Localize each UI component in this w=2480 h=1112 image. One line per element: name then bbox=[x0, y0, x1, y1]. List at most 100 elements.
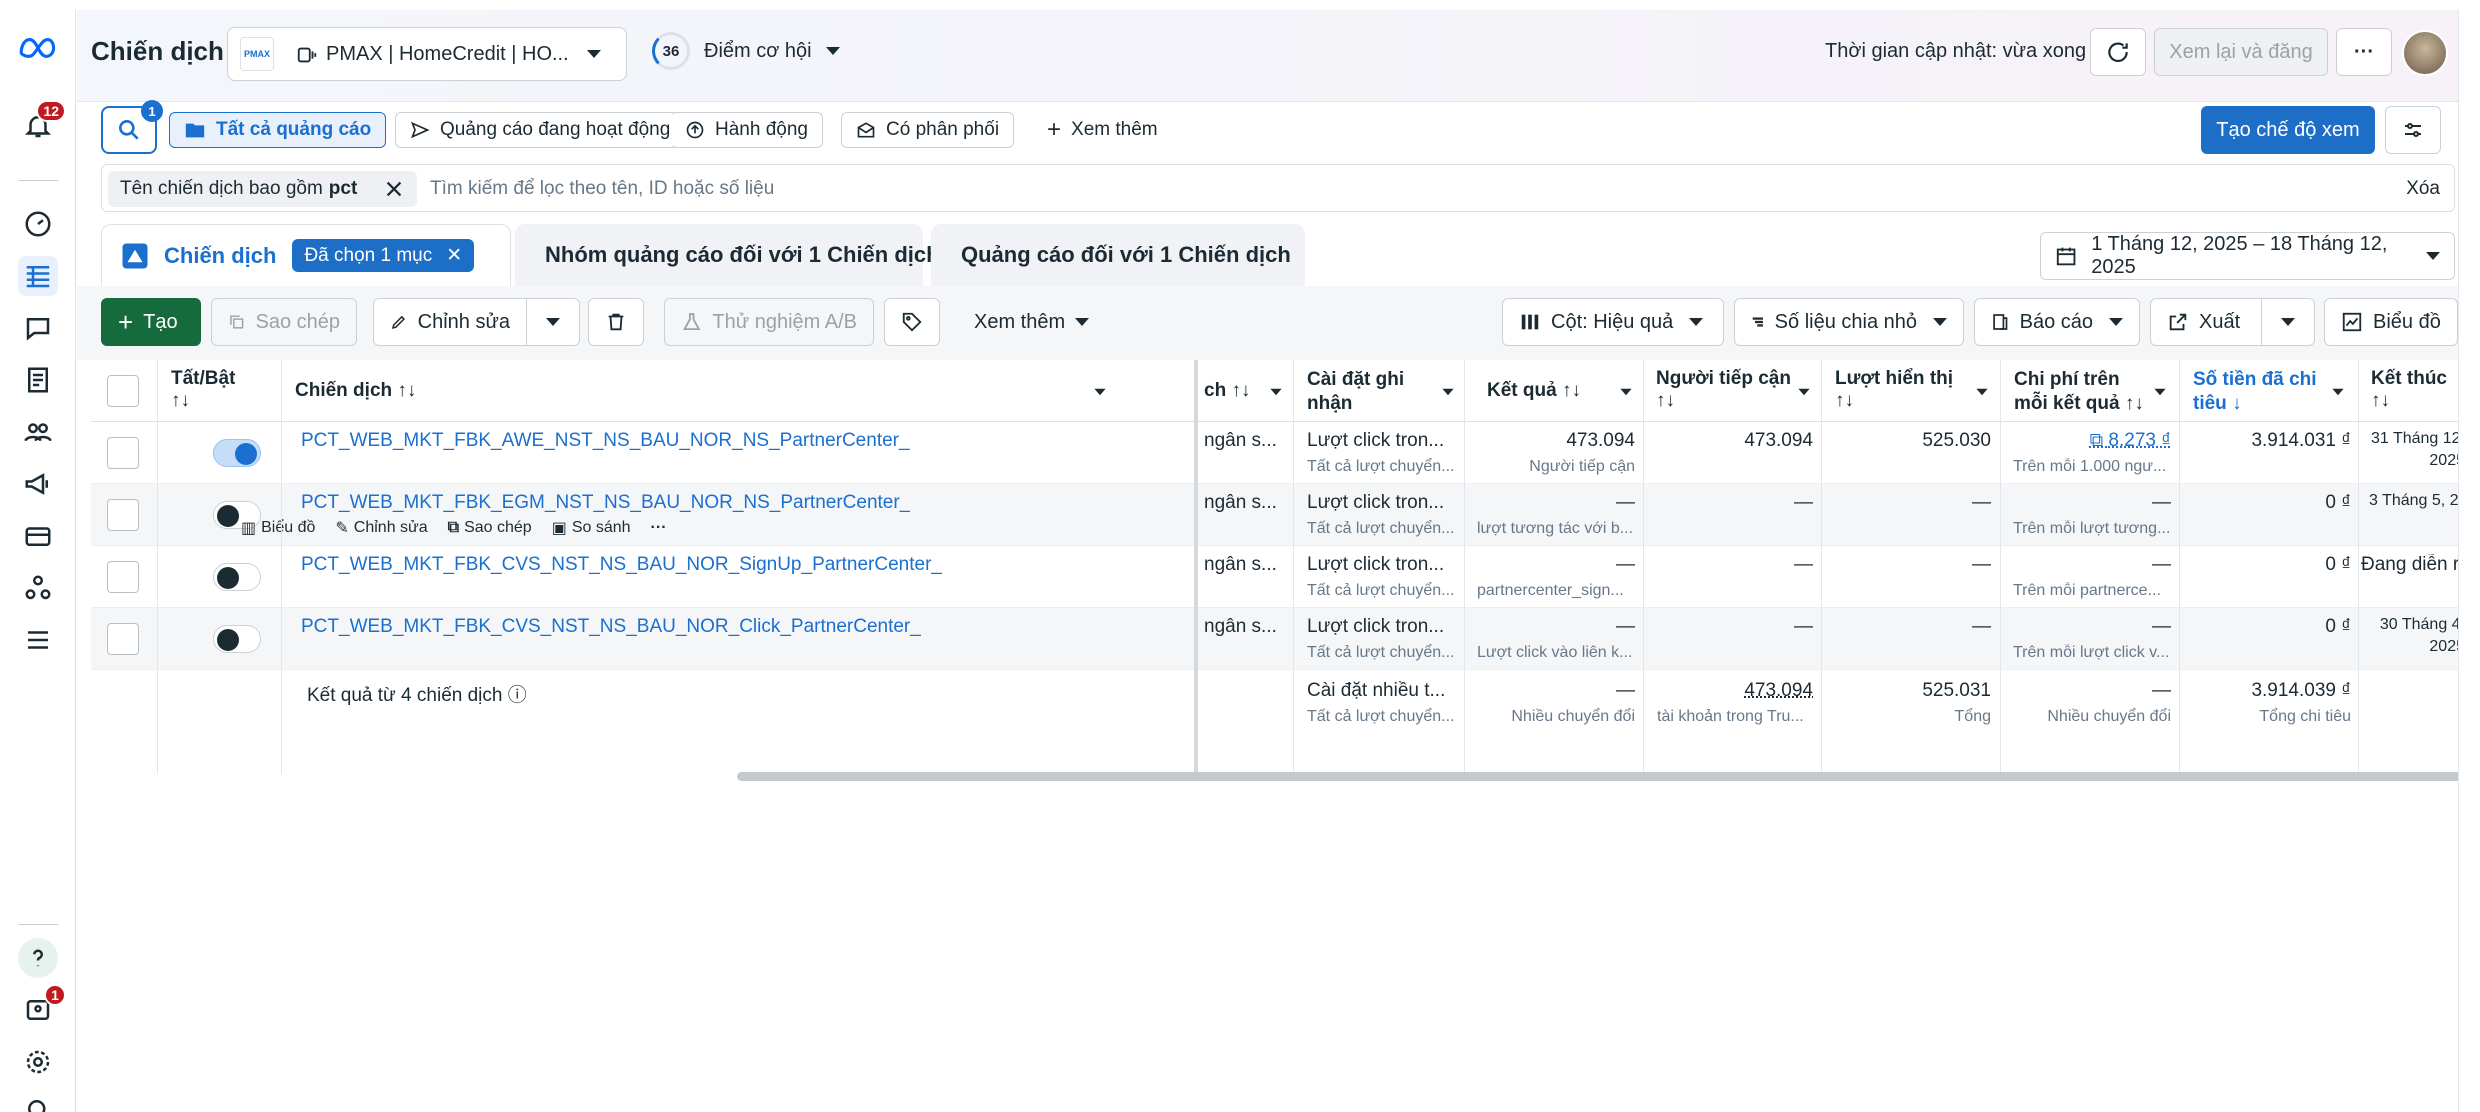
frozen-column-edge[interactable] bbox=[1194, 360, 1198, 776]
meta-logo-icon[interactable] bbox=[18, 28, 58, 68]
horizontal-scrollbar[interactable] bbox=[737, 772, 2480, 781]
campaign-name-link[interactable]: PCT_WEB_MKT_FBK_CVS_NST_NS_BAU_NOR_Click… bbox=[301, 616, 921, 638]
chip-all-ads[interactable]: Tất cả quảng cáo bbox=[169, 112, 387, 148]
duplicate-label: Sao chép bbox=[255, 310, 340, 333]
chart-button[interactable]: Biểu đồ bbox=[2324, 298, 2458, 346]
chevron-down-icon bbox=[2426, 252, 2440, 260]
all-tools-menu-icon[interactable] bbox=[18, 620, 58, 660]
breakdown-button[interactable]: Số liệu chia nhỏ bbox=[1734, 298, 1964, 346]
ab-test-button[interactable]: Thử nghiệm A/B bbox=[664, 298, 874, 346]
chip-actions[interactable]: Hành động bbox=[671, 112, 823, 148]
tag-button[interactable] bbox=[884, 298, 940, 346]
messages-icon[interactable] bbox=[18, 308, 58, 348]
chevron-down-icon[interactable] bbox=[1798, 388, 1810, 396]
header-attribution[interactable]: Cài đặt ghi nhận bbox=[1307, 368, 1427, 416]
campaign-toggle[interactable] bbox=[213, 625, 261, 653]
search-input[interactable]: Tìm kiếm để lọc theo tên, ID hoặc số liệ… bbox=[430, 178, 774, 200]
reports-button[interactable]: Báo cáo bbox=[1974, 298, 2140, 346]
megaphone-icon[interactable] bbox=[18, 464, 58, 504]
business-apps-icon[interactable] bbox=[18, 568, 58, 608]
chevron-down-icon[interactable] bbox=[1094, 388, 1106, 396]
header-reach[interactable]: Người tiếp cận ↑↓ bbox=[1656, 368, 1791, 412]
row-more-icon[interactable]: ··· bbox=[651, 518, 667, 538]
create-button[interactable]: + Tạo bbox=[101, 298, 201, 346]
chip-delivered[interactable]: Có phân phối bbox=[841, 112, 1015, 148]
header-results[interactable]: Kết quả ↑↓ bbox=[1487, 380, 1581, 402]
search-bar[interactable]: Tên chiến dịch bao gồm pct Tìm kiếm để l… bbox=[101, 164, 2455, 212]
header-amount-spent[interactable]: Số tiền đã chi tiêu ↓ bbox=[2193, 368, 2317, 416]
header-toggle[interactable]: Tất/Bật ↑↓ bbox=[171, 368, 235, 412]
header-bid-strategy[interactable]: ch ↑↓ bbox=[1204, 380, 1250, 402]
search-rail-icon[interactable] bbox=[18, 1090, 58, 1112]
cost-per-result-cell[interactable]: ⧉ 8.273 ₫ bbox=[2003, 430, 2171, 452]
help-icon[interactable] bbox=[18, 938, 58, 978]
chevron-down-icon[interactable] bbox=[1442, 388, 1454, 396]
tab-ads[interactable]: Quảng cáo đối với 1 Chiến dịch bbox=[931, 224, 1305, 286]
review-publish-button[interactable]: Xem lại và đăng bbox=[2154, 28, 2328, 76]
vertical-scrollbar[interactable] bbox=[2458, 10, 2480, 1112]
see-more-filters[interactable]: + Xem thêm bbox=[1033, 112, 1172, 148]
campaigns-table-icon[interactable] bbox=[18, 256, 58, 296]
table-row[interactable]: PCT_WEB_MKT_FBK_EGM_NST_NS_BAU_NOR_NS_Pa… bbox=[91, 484, 2480, 546]
chevron-down-icon[interactable] bbox=[2154, 388, 2166, 396]
header-ends[interactable]: Kết thúc ↑↓ bbox=[2371, 368, 2447, 412]
row-action-chart[interactable]: ▥ Biểu đồ bbox=[241, 518, 315, 538]
table-row[interactable]: PCT_WEB_MKT_FBK_AWE_NST_NS_BAU_NOR_NS_Pa… bbox=[91, 422, 2480, 484]
row-checkbox[interactable] bbox=[107, 499, 139, 531]
campaign-toggle[interactable] bbox=[213, 439, 261, 467]
selected-count-pill[interactable]: Đã chọn 1 mục ✕ bbox=[292, 239, 475, 272]
billing-card-icon[interactable] bbox=[18, 516, 58, 556]
more-options-button[interactable]: ··· bbox=[2336, 28, 2392, 76]
header-cost-per-result[interactable]: Chi phí trên mỗi kết quả ↑↓ bbox=[2014, 368, 2154, 416]
columns-button[interactable]: Cột: Hiệu quả bbox=[1502, 298, 1724, 346]
table-row[interactable]: PCT_WEB_MKT_FBK_CVS_NST_NS_BAU_NOR_Click… bbox=[91, 608, 2480, 670]
campaign-name-link[interactable]: PCT_WEB_MKT_FBK_AWE_NST_NS_BAU_NOR_NS_Pa… bbox=[301, 430, 910, 452]
row-checkbox[interactable] bbox=[107, 437, 139, 469]
audiences-icon[interactable] bbox=[18, 412, 58, 452]
edit-dropdown-button[interactable] bbox=[526, 298, 580, 346]
clear-filters-link[interactable]: Xóa bbox=[2406, 178, 2440, 200]
export-dropdown-button[interactable] bbox=[2261, 298, 2315, 346]
active-filter-chip[interactable]: Tên chiến dịch bao gồm pct bbox=[108, 171, 418, 207]
table-row[interactable]: PCT_WEB_MKT_FBK_CVS_NST_NS_BAU_NOR_SignU… bbox=[91, 546, 2480, 608]
row-checkbox[interactable] bbox=[107, 561, 139, 593]
account-selector[interactable]: PMAX PMAX | HomeCredit | HO... bbox=[227, 27, 627, 81]
export-button[interactable]: Xuất bbox=[2150, 298, 2262, 346]
toolbar-see-more[interactable]: Xem thêm bbox=[958, 298, 1108, 346]
header-impressions[interactable]: Lượt hiển thị ↑↓ bbox=[1835, 368, 1953, 412]
opportunity-score[interactable]: 36 Điểm cơ hội bbox=[652, 32, 840, 70]
row-action-compare[interactable]: ▣ So sánh bbox=[552, 518, 631, 538]
delete-button[interactable] bbox=[588, 298, 644, 346]
info-icon[interactable]: ⓘ bbox=[508, 685, 527, 706]
select-all-checkbox[interactable] bbox=[107, 375, 139, 407]
chevron-down-icon[interactable] bbox=[1620, 388, 1632, 396]
settings-gear-icon[interactable] bbox=[18, 1042, 58, 1082]
search-filter-button[interactable]: 1 bbox=[101, 100, 163, 154]
row-checkbox[interactable] bbox=[107, 623, 139, 655]
header-campaign[interactable]: Chiến dịch ↑↓ bbox=[295, 380, 416, 402]
edit-button[interactable]: Chỉnh sửa bbox=[373, 298, 527, 346]
inbox-icon[interactable]: 1 bbox=[18, 984, 66, 1030]
refresh-button[interactable] bbox=[2090, 28, 2146, 76]
row-action-edit[interactable]: ✎ Chỉnh sửa bbox=[335, 518, 427, 538]
chevron-down-icon[interactable] bbox=[1270, 388, 1282, 396]
customize-sliders-button[interactable] bbox=[2385, 106, 2441, 154]
tab-adsets[interactable]: Nhóm quảng cáo đối với 1 Chiến dịch bbox=[515, 224, 940, 286]
dashboard-gauge-icon[interactable] bbox=[18, 204, 58, 244]
campaign-toggle[interactable] bbox=[213, 563, 261, 591]
chevron-down-icon[interactable] bbox=[2332, 388, 2344, 396]
chip-active-ads[interactable]: Quảng cáo đang hoạt động bbox=[395, 112, 685, 148]
close-icon[interactable] bbox=[383, 178, 405, 200]
campaign-name-link[interactable]: PCT_WEB_MKT_FBK_EGM_NST_NS_BAU_NOR_NS_Pa… bbox=[301, 492, 910, 514]
chevron-down-icon[interactable] bbox=[1976, 388, 1988, 396]
notifications-icon[interactable]: 12 bbox=[18, 100, 66, 146]
pages-icon[interactable] bbox=[18, 360, 58, 400]
campaign-name-link[interactable]: PCT_WEB_MKT_FBK_CVS_NST_NS_BAU_NOR_SignU… bbox=[301, 554, 942, 576]
date-range-picker[interactable]: 1 Tháng 12, 2025 – 18 Tháng 12, 2025 bbox=[2040, 232, 2455, 280]
row-action-duplicate[interactable]: ⧉ Sao chép bbox=[448, 518, 532, 538]
avatar[interactable] bbox=[2402, 30, 2448, 76]
duplicate-button[interactable]: Sao chép bbox=[211, 298, 357, 346]
tab-campaigns[interactable]: Chiến dịch Đã chọn 1 mục ✕ bbox=[101, 224, 511, 286]
close-icon[interactable]: ✕ bbox=[446, 244, 462, 267]
create-view-button[interactable]: Tạo chế độ xem bbox=[2201, 106, 2375, 154]
